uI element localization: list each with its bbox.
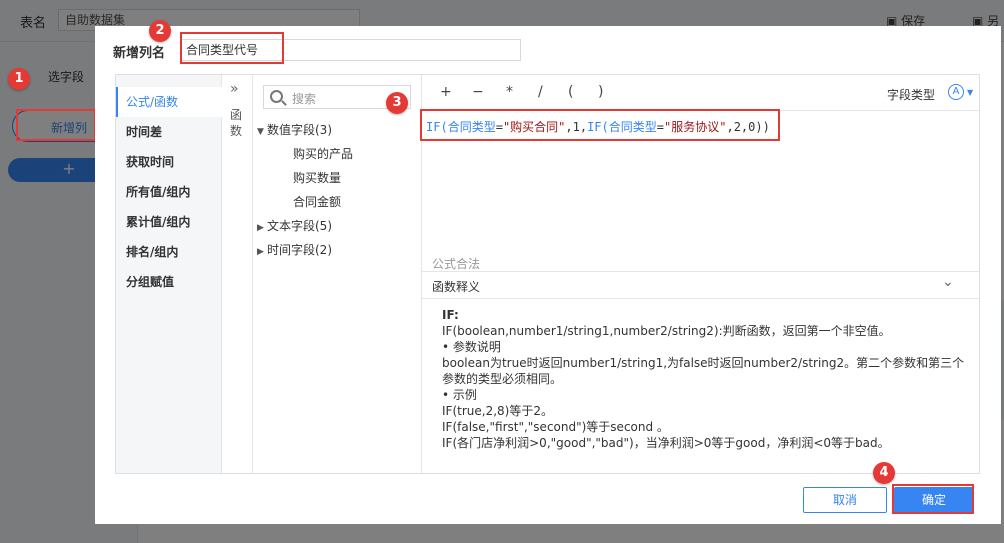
dialog-title: 新增列名 [113, 46, 166, 61]
search-placeholder: 搜索 [292, 92, 317, 106]
annotation-badge-3: 3 [386, 92, 408, 114]
category-cumulative[interactable]: 累计值/组内 [116, 207, 222, 237]
operator-lparen-button[interactable]: ( [568, 84, 573, 100]
chevron-down-icon[interactable]: ▼ [967, 88, 973, 97]
annotation-box-3 [420, 109, 780, 141]
function-panel-toggle[interactable]: » 函数 [222, 75, 253, 473]
field-item[interactable]: 购买的产品 [293, 145, 353, 162]
formula-status: 公式合法 [432, 257, 481, 271]
category-group-assign[interactable]: 分组赋值 [116, 267, 222, 297]
group-numeric-label: 数值字段(3) [267, 123, 332, 137]
function-explain-header[interactable]: 函数释义 ⌄ [422, 271, 979, 299]
chevron-down-icon[interactable]: ⌄ [942, 274, 954, 290]
caret-right-icon: ▶ [257, 247, 264, 257]
field-type-label: 字段类型 [887, 88, 936, 102]
caret-right-icon: ▶ [257, 223, 264, 233]
annotation-box-2 [180, 32, 284, 64]
group-text-fields[interactable]: ▶ 文本字段(5) [257, 217, 332, 234]
function-vertical-label: 函数 [230, 108, 243, 138]
operator-minus-button[interactable]: − [472, 84, 484, 100]
function-category-list: 公式/函数 时间差 获取时间 所有值/组内 累计值/组内 排名/组内 分组赋值 [116, 75, 222, 473]
operator-rparen-button[interactable]: ) [598, 84, 603, 100]
operator-multiply-button[interactable]: * [506, 84, 513, 100]
function-explain-title: 函数释义 [432, 280, 481, 294]
annotation-box-1 [16, 109, 96, 141]
operator-plus-button[interactable]: + [440, 84, 452, 100]
operator-divide-button[interactable]: / [538, 84, 543, 100]
search-icon [270, 90, 283, 103]
explain-line: IF(boolean,number1/string1,number2/strin… [442, 324, 891, 338]
explain-line: • 参数说明 [442, 340, 501, 354]
annotation-badge-2: 2 [149, 20, 171, 42]
add-column-dialog: 新增列名 合同类型代号 公式/函数 时间差 获取时间 所有值/组内 累计值/组内… [95, 26, 1001, 524]
explain-line: IF(true,2,8)等于2。 [442, 404, 553, 418]
annotation-badge-1: 1 [8, 68, 30, 90]
category-time-diff[interactable]: 时间差 [116, 117, 222, 147]
explain-line: boolean为true时返回number1/string1,为false时返回… [442, 356, 965, 386]
group-text-label: 文本字段(5) [267, 219, 332, 233]
field-item[interactable]: 购买数量 [293, 169, 341, 186]
text-type-icon[interactable]: A [948, 84, 964, 100]
group-numeric-fields[interactable]: ▼ 数值字段(3) [257, 121, 332, 138]
cancel-button[interactable]: 取消 [803, 487, 887, 513]
group-time-fields[interactable]: ▶ 时间字段(2) [257, 241, 332, 258]
category-get-time[interactable]: 获取时间 [116, 147, 222, 177]
explain-line: IF: [442, 308, 459, 322]
field-list-panel: 搜索 ▼ 数值字段(3) 购买的产品 购买数量 合同金额 ▶ 文本字段(5) ▶ 时间… [253, 75, 422, 473]
caret-down-icon: ▼ [257, 127, 264, 137]
category-rank[interactable]: 排名/组内 [116, 237, 222, 267]
field-item[interactable]: 合同金额 [293, 193, 341, 210]
category-all-values[interactable]: 所有值/组内 [116, 177, 222, 207]
category-formula[interactable]: 公式/函数 [116, 87, 222, 117]
explain-line: IF(各门店净利润>0,"good","bad")，当净利润>0等于good，净… [442, 436, 890, 450]
function-explain-body: IF: IF(boolean,number1/string1,number2/s… [442, 307, 967, 451]
annotation-badge-4: 4 [873, 462, 895, 484]
annotation-box-4 [892, 484, 974, 514]
explain-line: IF(false,"first","second")等于second 。 [442, 420, 669, 434]
double-chevron-right-icon[interactable]: » [230, 81, 239, 97]
operator-toolbar: + − * / ( ) 字段类型 A ▼ [422, 75, 979, 111]
group-time-label: 时间字段(2) [267, 243, 332, 257]
explain-line: • 示例 [442, 388, 477, 402]
